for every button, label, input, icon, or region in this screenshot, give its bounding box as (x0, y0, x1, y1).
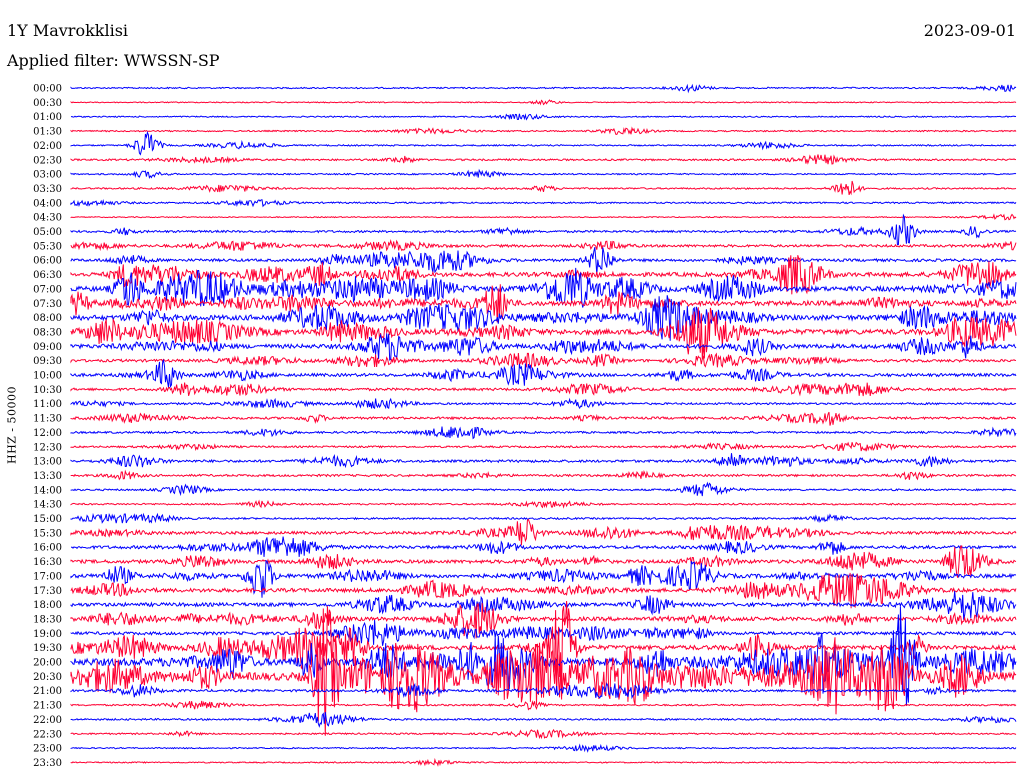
trace-row (70, 499, 1017, 509)
time-tick-label: 13:00 (33, 457, 62, 468)
time-tick-label: 01:00 (33, 112, 62, 123)
trace-row (70, 441, 1017, 452)
trace-row (70, 333, 1017, 361)
trace-row (70, 239, 1017, 252)
time-tick-label: 00:00 (33, 84, 62, 95)
trace-row (70, 728, 1017, 740)
trace-row (70, 426, 1017, 440)
time-tick-label: 05:30 (33, 241, 62, 252)
time-tick-label: 23:00 (33, 744, 62, 755)
time-tick-label: 03:30 (33, 184, 62, 195)
time-tick-label: 19:00 (33, 629, 62, 640)
trace-row (70, 83, 1017, 94)
trace-row (70, 213, 1017, 246)
time-tick-label: 14:30 (33, 500, 62, 511)
time-tick-label: 11:30 (33, 414, 62, 425)
time-tick-label: 19:30 (33, 643, 62, 654)
trace-row (70, 213, 1017, 221)
trace-row (70, 699, 1017, 711)
time-tick-label: 23:30 (33, 758, 62, 769)
trace-row (70, 512, 1017, 524)
time-tick-label: 03:00 (33, 170, 62, 181)
time-tick-label: 13:30 (33, 471, 62, 482)
time-tick-label: 07:00 (33, 284, 62, 295)
time-tick-label: 00:30 (33, 98, 62, 109)
time-tick-label: 02:30 (33, 155, 62, 166)
time-tick-label: 18:00 (33, 600, 62, 611)
trace-row (70, 113, 1017, 121)
trace-row (70, 518, 1017, 546)
trace-row (70, 168, 1017, 179)
time-tick-label: 10:00 (33, 371, 62, 382)
trace-row (70, 453, 1017, 469)
time-tick-label: 07:30 (33, 299, 62, 310)
trace-row (70, 352, 1017, 369)
trace-row (70, 603, 1017, 639)
time-tick-label: 14:00 (33, 485, 62, 496)
trace-row (70, 154, 1017, 165)
time-tick-label: 10:30 (33, 385, 62, 396)
trace-row (70, 757, 1017, 767)
time-tick-label: 12:00 (33, 428, 62, 439)
time-tick-label: 06:30 (33, 270, 62, 281)
time-tick-label: 04:30 (33, 213, 62, 224)
time-tick-label: 09:30 (33, 356, 62, 367)
trace-row (70, 572, 1017, 609)
trace-row (70, 99, 1017, 106)
trace-row (70, 536, 1017, 557)
trace-row (70, 131, 1017, 156)
time-tick-label: 06:00 (33, 256, 62, 267)
time-tick-label: 20:30 (33, 672, 62, 683)
trace-row (70, 606, 1017, 736)
trace-row (70, 411, 1017, 426)
seismic-traces (70, 83, 1017, 767)
trace-row (70, 180, 1017, 196)
time-tick-label: 09:00 (33, 342, 62, 353)
trace-row (70, 712, 1017, 728)
trace-row (70, 469, 1017, 481)
trace-row (70, 743, 1017, 753)
time-tick-label: 17:30 (33, 586, 62, 597)
time-tick-label: 17:00 (33, 571, 62, 582)
time-tick-label: 22:30 (33, 729, 62, 740)
time-tick-label: 11:00 (33, 399, 62, 410)
time-tick-label: 08:00 (33, 313, 62, 324)
helicorder-plot: 00:00 00:30 01:00 01:30 02:00 02:30 03:00 03:30… (33, 83, 1017, 769)
trace-row (70, 199, 1017, 208)
time-tick-label: 04:00 (33, 198, 62, 209)
time-tick-labels: 00:00 00:30 01:00 01:30 02:00 02:30 03:00 03:30… (33, 84, 62, 769)
time-tick-label: 01:30 (33, 127, 62, 138)
time-tick-label: 08:30 (33, 327, 62, 338)
trace-row (70, 247, 1017, 275)
time-tick-label: 16:30 (33, 557, 62, 568)
time-tick-label: 16:00 (33, 543, 62, 554)
time-tick-label: 05:00 (33, 227, 62, 238)
trace-row (70, 382, 1017, 397)
trace-row (70, 591, 1017, 620)
trace-row (70, 126, 1017, 135)
time-tick-label: 12:30 (33, 442, 62, 453)
trace-row (70, 397, 1017, 410)
time-tick-label: 02:00 (33, 141, 62, 152)
time-tick-label: 15:00 (33, 514, 62, 525)
time-tick-label: 21:30 (33, 701, 62, 712)
time-tick-label: 22:00 (33, 715, 62, 726)
time-tick-label: 20:00 (33, 658, 62, 669)
time-tick-label: 21:00 (33, 686, 62, 697)
time-tick-label: 18:30 (33, 614, 62, 625)
trace-row (70, 481, 1017, 497)
time-tick-label: 15:30 (33, 528, 62, 539)
